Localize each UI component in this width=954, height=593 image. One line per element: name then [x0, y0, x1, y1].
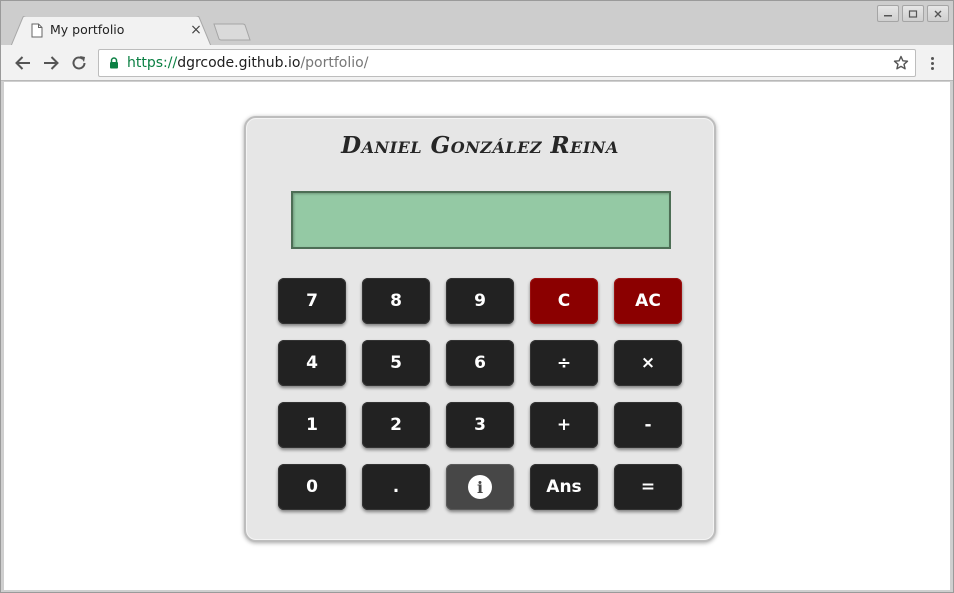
url-path: /portfolio/ [300, 55, 369, 71]
key-3[interactable]: 3 [446, 402, 514, 448]
forward-button[interactable] [40, 52, 62, 74]
all-clear-button[interactable]: AC [614, 278, 682, 324]
tab-title: My portfolio [50, 22, 125, 37]
bookmark-star-icon[interactable] [893, 55, 909, 71]
arrow-left-icon [15, 56, 30, 70]
key-4[interactable]: 4 [278, 340, 346, 386]
url-scheme: https:// [127, 55, 178, 71]
keypad: 7 8 9 C AC 4 5 6 ÷ × 1 2 3 + - 0 . i Ans… [278, 278, 684, 510]
key-8[interactable]: 8 [362, 278, 430, 324]
reload-button[interactable] [68, 52, 90, 74]
browser-toolbar: https://dgrcode.github.io/portfolio/ [1, 45, 953, 81]
maximize-button[interactable] [902, 5, 924, 22]
key-0[interactable]: 0 [278, 464, 346, 510]
minimize-icon [884, 14, 892, 16]
calculator-display [291, 191, 671, 249]
ans-button[interactable]: Ans [530, 464, 598, 510]
window-controls [877, 5, 949, 22]
close-icon [934, 10, 942, 17]
calculator-title: Daniel González Reina [341, 132, 619, 159]
page-icon [31, 23, 43, 38]
close-window-button[interactable] [927, 5, 949, 22]
close-tab-icon[interactable]: × [189, 22, 203, 38]
calculator: Daniel González Reina 7 8 9 C AC 4 5 6 ÷… [244, 116, 716, 542]
key-1[interactable]: 1 [278, 402, 346, 448]
add-button[interactable]: + [530, 402, 598, 448]
url-host: dgrcode.github.io [177, 55, 301, 71]
key-2[interactable]: 2 [362, 402, 430, 448]
minimize-button[interactable] [877, 5, 899, 22]
key-9[interactable]: 9 [446, 278, 514, 324]
browser-window: My portfolio × https://dgrcode.github.io… [0, 0, 954, 593]
lock-icon [110, 57, 118, 69]
info-icon: i [468, 475, 492, 499]
divide-button[interactable]: ÷ [530, 340, 598, 386]
back-button[interactable] [12, 52, 34, 74]
info-button[interactable]: i [446, 464, 514, 510]
menu-icon[interactable] [923, 53, 941, 73]
url-text: https://dgrcode.github.io/portfolio/ [127, 55, 368, 71]
key-5[interactable]: 5 [362, 340, 430, 386]
address-bar[interactable]: https://dgrcode.github.io/portfolio/ [98, 49, 916, 77]
decimal-button[interactable]: . [362, 464, 430, 510]
tab-my-portfolio[interactable]: My portfolio × [11, 16, 211, 46]
equals-button[interactable]: = [614, 464, 682, 510]
subtract-button[interactable]: - [614, 402, 682, 448]
clear-button[interactable]: C [530, 278, 598, 324]
multiply-button[interactable]: × [614, 340, 682, 386]
arrow-right-icon [44, 56, 59, 70]
key-6[interactable]: 6 [446, 340, 514, 386]
new-tab-button[interactable] [213, 23, 251, 41]
key-7[interactable]: 7 [278, 278, 346, 324]
tab-strip: My portfolio × [1, 1, 953, 46]
restore-icon [908, 9, 918, 18]
reload-icon [72, 56, 86, 70]
page-content: Daniel González Reina 7 8 9 C AC 4 5 6 ÷… [4, 82, 950, 590]
